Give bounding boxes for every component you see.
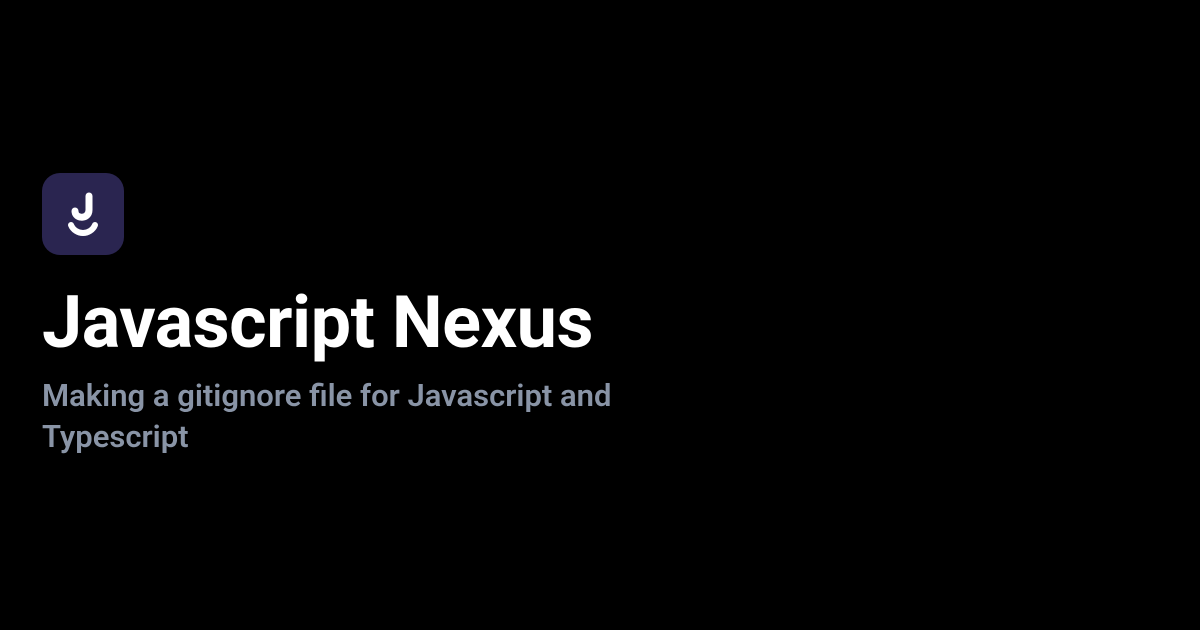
site-logo (42, 173, 124, 255)
page-subtitle: Making a gitignore file for Javascript a… (42, 376, 682, 457)
j-logo-icon (59, 190, 107, 238)
page-title: Javascript Nexus (42, 283, 1200, 362)
